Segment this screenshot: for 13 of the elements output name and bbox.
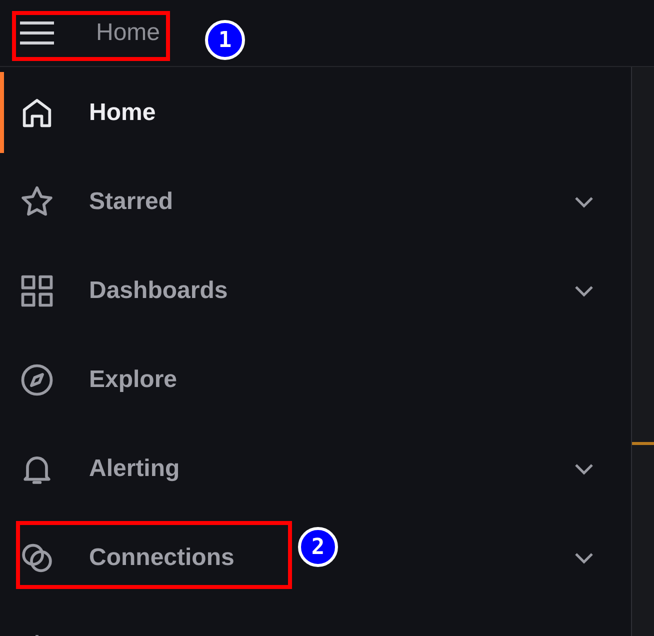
chevron-down-icon[interactable] xyxy=(573,284,595,298)
chevron-down-icon[interactable] xyxy=(573,194,595,208)
callout-number: 2 xyxy=(298,527,338,567)
nav-link[interactable]: Explore xyxy=(89,362,178,398)
nav-link[interactable]: Dashboards xyxy=(89,272,228,308)
chevron-down-icon[interactable] xyxy=(573,550,595,564)
menu-icon[interactable] xyxy=(18,20,56,46)
nav-link[interactable]: Alerting xyxy=(89,450,180,486)
chevron-down-icon[interactable] xyxy=(573,462,595,476)
nav-link[interactable]: Connections xyxy=(89,540,234,576)
nav-link[interactable]: Home xyxy=(89,94,156,130)
nav-link[interactable]: Starred xyxy=(89,184,174,220)
breadcrumb-link[interactable]: Home xyxy=(96,15,160,51)
